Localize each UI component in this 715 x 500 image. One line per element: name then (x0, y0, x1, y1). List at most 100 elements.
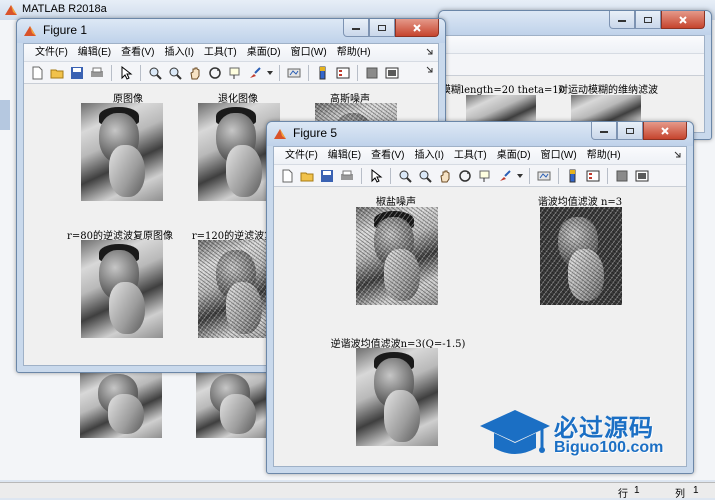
new-file-icon (32, 66, 43, 79)
matlab-logo-icon (5, 5, 17, 15)
link-plot-button[interactable] (535, 167, 553, 185)
menu-tools[interactable]: 工具(T) (199, 44, 242, 62)
show-tools-icon (385, 67, 399, 78)
colorbar-button[interactable] (564, 167, 582, 185)
pointer-icon (121, 65, 133, 80)
hide-plot-tools-button[interactable] (363, 64, 381, 82)
menu-help[interactable]: 帮助(H) (332, 44, 376, 62)
minimize-button[interactable] (609, 11, 635, 29)
menu-file[interactable]: 文件(F) (280, 147, 323, 165)
menu-view[interactable]: 查看(V) (366, 147, 409, 165)
zoom-out-button[interactable] (416, 167, 434, 185)
dock-arrow-icon[interactable] (674, 150, 682, 158)
figure1-titlebar[interactable]: Figure 1 (17, 19, 445, 43)
link-icon (287, 68, 301, 77)
rotate-button[interactable] (206, 64, 224, 82)
figure5-titlebar[interactable]: Figure 5 (267, 122, 693, 146)
open-file-button[interactable] (298, 167, 316, 185)
figure5-close-button[interactable] (643, 122, 687, 140)
zoom-in-button[interactable] (146, 64, 164, 82)
legend-button[interactable] (584, 167, 602, 185)
hide-tools-icon (616, 170, 628, 181)
menu-help[interactable]: 帮助(H) (582, 147, 626, 165)
hide-plot-tools-button[interactable] (613, 167, 631, 185)
menu-file[interactable]: 文件(F) (30, 44, 73, 62)
brush-dropdown[interactable] (516, 167, 524, 185)
legend-icon (586, 170, 600, 181)
watermark-main-text: 必过源码 (554, 414, 654, 442)
caption-blur: 模糊length=20 theta=10 (440, 85, 566, 96)
inverse-filter-80-image (81, 240, 163, 338)
caption-harmonic-mean: 谐波均值滤波 n=3 (537, 197, 623, 208)
background-figure-titlebar[interactable] (439, 11, 711, 35)
print-icon (91, 67, 103, 77)
zoom-in-button[interactable] (396, 167, 414, 185)
menu-view[interactable]: 查看(V) (116, 44, 159, 62)
rotate-button[interactable] (456, 167, 474, 185)
edit-plot-button[interactable] (367, 167, 385, 185)
colorbar-button[interactable] (314, 64, 332, 82)
print-icon (341, 170, 353, 180)
col-value: 1 (693, 485, 699, 496)
hand-icon (440, 170, 450, 182)
figure5-maximize-button[interactable] (617, 122, 643, 140)
legend-button[interactable] (334, 64, 352, 82)
maximize-button[interactable] (635, 11, 661, 29)
save-icon (71, 66, 83, 79)
underlying-image-2 (196, 372, 266, 438)
show-plot-tools-button[interactable] (383, 64, 401, 82)
show-plot-tools-button[interactable] (633, 167, 651, 185)
watermark-sub-text: Biguo100.com (554, 439, 664, 456)
figure5-minimize-button[interactable] (591, 122, 617, 140)
print-button[interactable] (338, 167, 356, 185)
figure-icon (274, 129, 286, 139)
pan-button[interactable] (436, 167, 454, 185)
chevron-down-icon (267, 70, 273, 75)
dock-arrow-icon[interactable] (426, 47, 434, 55)
menu-insert[interactable]: 插入(I) (409, 147, 448, 165)
brush-dropdown[interactable] (266, 64, 274, 82)
save-button[interactable] (318, 167, 336, 185)
brush-button[interactable] (496, 167, 514, 185)
zoom-out-icon (419, 170, 432, 183)
menu-tools[interactable]: 工具(T) (449, 147, 492, 165)
figure1-maximize-button[interactable] (369, 19, 395, 37)
zoom-out-icon (169, 67, 182, 80)
brush-button[interactable] (246, 64, 264, 82)
minimize-icon (618, 19, 626, 22)
edit-plot-button[interactable] (117, 64, 135, 82)
new-figure-button[interactable] (278, 167, 296, 185)
open-file-button[interactable] (48, 64, 66, 82)
figure5-toolbar (274, 165, 686, 187)
zoom-out-button[interactable] (166, 64, 184, 82)
underlying-image-1 (80, 372, 162, 438)
folder-icon (50, 69, 64, 78)
data-cursor-button[interactable] (226, 64, 244, 82)
close-button[interactable] (661, 11, 705, 29)
figure1-minimize-button[interactable] (343, 19, 369, 37)
menu-edit[interactable]: 编辑(E) (73, 44, 116, 62)
matlab-left-tab[interactable] (0, 100, 10, 130)
close-icon (661, 126, 669, 135)
close-icon (413, 23, 421, 32)
link-plot-button[interactable] (285, 64, 303, 82)
colorbar-icon (319, 66, 326, 79)
menu-window[interactable]: 窗口(W) (286, 44, 332, 62)
new-figure-button[interactable] (28, 64, 46, 82)
rotate-icon (209, 66, 221, 79)
menu-desktop[interactable]: 桌面(D) (242, 44, 286, 62)
new-file-icon (282, 169, 293, 182)
colorbar-icon (569, 169, 576, 182)
close-icon (679, 15, 687, 24)
menu-insert[interactable]: 插入(I) (159, 44, 198, 62)
toolbar-dock-icon[interactable] (426, 65, 434, 73)
data-cursor-button[interactable] (476, 167, 494, 185)
save-button[interactable] (68, 64, 86, 82)
print-button[interactable] (88, 64, 106, 82)
menu-desktop[interactable]: 桌面(D) (492, 147, 536, 165)
menu-edit[interactable]: 编辑(E) (323, 147, 366, 165)
folder-icon (300, 172, 314, 181)
menu-window[interactable]: 窗口(W) (536, 147, 582, 165)
figure1-close-button[interactable] (395, 19, 439, 37)
pan-button[interactable] (186, 64, 204, 82)
